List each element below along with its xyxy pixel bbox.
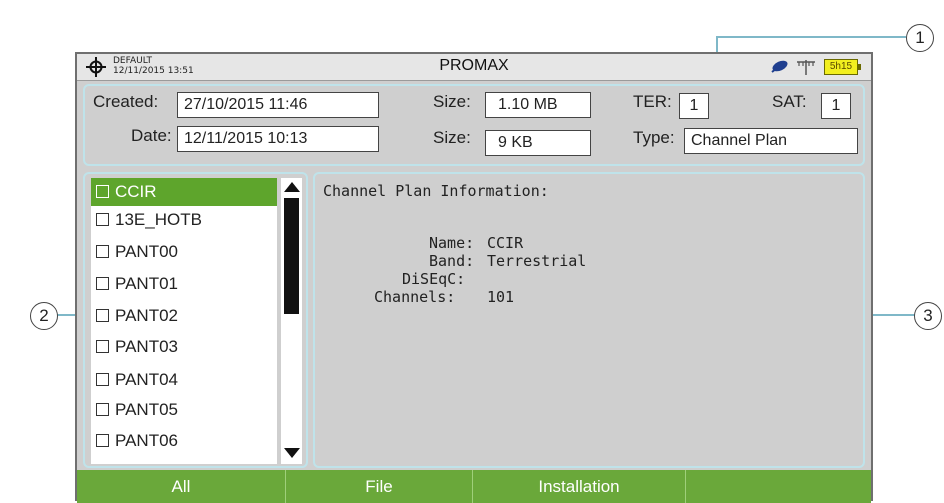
date-label: Date: — [131, 126, 172, 145]
list-item[interactable]: PANT01 — [91, 270, 277, 298]
callout-1: 1 — [906, 24, 934, 52]
band-value: Terrestrial — [487, 252, 587, 270]
scroll-up-arrow-icon[interactable] — [284, 182, 300, 192]
sat-field: 1 — [821, 93, 851, 119]
checkbox-icon[interactable] — [96, 185, 109, 199]
softkey-all[interactable]: All — [77, 470, 285, 503]
name-value: CCIR — [487, 234, 524, 252]
list-item[interactable]: PANT00 — [91, 238, 277, 266]
list-item[interactable]: CCIR — [91, 178, 277, 206]
sat-label: SAT: — [772, 92, 807, 111]
list-item[interactable]: PANT02 — [91, 302, 277, 330]
details-heading: Channel Plan Information: — [323, 182, 549, 200]
status-bar: DEFAULT 12/11/2015 13:51 PROMAX 5h15 — [77, 54, 871, 81]
size-label-1: Size: — [433, 92, 471, 111]
list-item[interactable]: PANT05 — [91, 396, 277, 424]
size-label-2: Size: — [433, 128, 471, 147]
battery-indicator: 5h15 — [824, 59, 861, 75]
created-field: 27/10/2015 11:46 — [177, 92, 379, 118]
list-item-label: PANT05 — [115, 400, 178, 419]
checkbox-icon[interactable] — [96, 213, 109, 227]
checkbox-icon[interactable] — [96, 340, 109, 354]
file-list-panel: CCIR 13E_HOTB PANT00 PANT01 PANT02 PANT0… — [83, 172, 308, 468]
softkey-empty[interactable] — [686, 470, 871, 503]
file-list: CCIR 13E_HOTB PANT00 PANT01 PANT02 PANT0… — [91, 178, 277, 464]
checkbox-icon[interactable] — [96, 434, 109, 448]
list-item-label: PANT00 — [115, 242, 178, 261]
list-item[interactable]: PANT06 — [91, 427, 277, 455]
scroll-thumb[interactable] — [284, 198, 299, 314]
softkey-file[interactable]: File — [286, 470, 472, 503]
list-item[interactable]: PANT04 — [91, 366, 277, 394]
list-item-label: PANT06 — [115, 431, 178, 450]
softkey-bar: All File Installation — [77, 470, 871, 503]
type-label: Type: — [633, 128, 675, 147]
scrollbar[interactable] — [281, 178, 302, 464]
details-panel: Channel Plan Information: Name: CCIR Ban… — [313, 172, 865, 468]
created-label: Created: — [93, 92, 159, 111]
callout-3: 3 — [914, 302, 942, 330]
checkbox-icon[interactable] — [96, 403, 109, 417]
band-label: Band: — [429, 252, 475, 270]
ter-field: 1 — [679, 93, 709, 119]
device-screen: DEFAULT 12/11/2015 13:51 PROMAX 5h15 Cre… — [75, 52, 873, 503]
softkey-installation[interactable]: Installation — [473, 470, 685, 503]
diseqc-label: DiSEqC: — [402, 270, 466, 288]
ter-label: TER: — [633, 92, 672, 111]
callout-2: 2 — [30, 302, 58, 330]
checkbox-icon[interactable] — [96, 277, 109, 291]
list-item-label: CCIR — [115, 182, 157, 201]
size-field-1: 1.10 MB — [485, 92, 591, 118]
list-item-label: 13E_HOTB — [115, 210, 202, 229]
app-title: PROMAX — [439, 57, 509, 74]
antenna-icon — [797, 60, 815, 75]
checkbox-icon[interactable] — [96, 373, 109, 387]
channels-value: 101 — [487, 288, 515, 306]
list-item-label: PANT01 — [115, 274, 178, 293]
file-info-panel: Created: 27/10/2015 11:46 Date: 12/11/20… — [83, 84, 865, 166]
list-item-label: PANT04 — [115, 370, 178, 389]
checkbox-icon[interactable] — [96, 245, 109, 259]
date-field: 12/11/2015 10:13 — [177, 126, 379, 152]
scroll-down-arrow-icon[interactable] — [284, 448, 300, 458]
channels-label: Channels: — [374, 288, 456, 306]
type-field: Channel Plan — [684, 128, 858, 154]
size-field-2: 9 KB — [485, 130, 591, 156]
list-item[interactable]: 13E_HOTB — [91, 206, 277, 234]
satellite-icon — [771, 60, 788, 73]
list-item-label: PANT03 — [115, 337, 178, 356]
name-label: Name: — [429, 234, 475, 252]
callout-1-line-h — [716, 36, 906, 38]
list-item[interactable]: PANT03 — [91, 333, 277, 361]
list-item-label: PANT02 — [115, 306, 178, 325]
checkbox-icon[interactable] — [96, 309, 109, 323]
